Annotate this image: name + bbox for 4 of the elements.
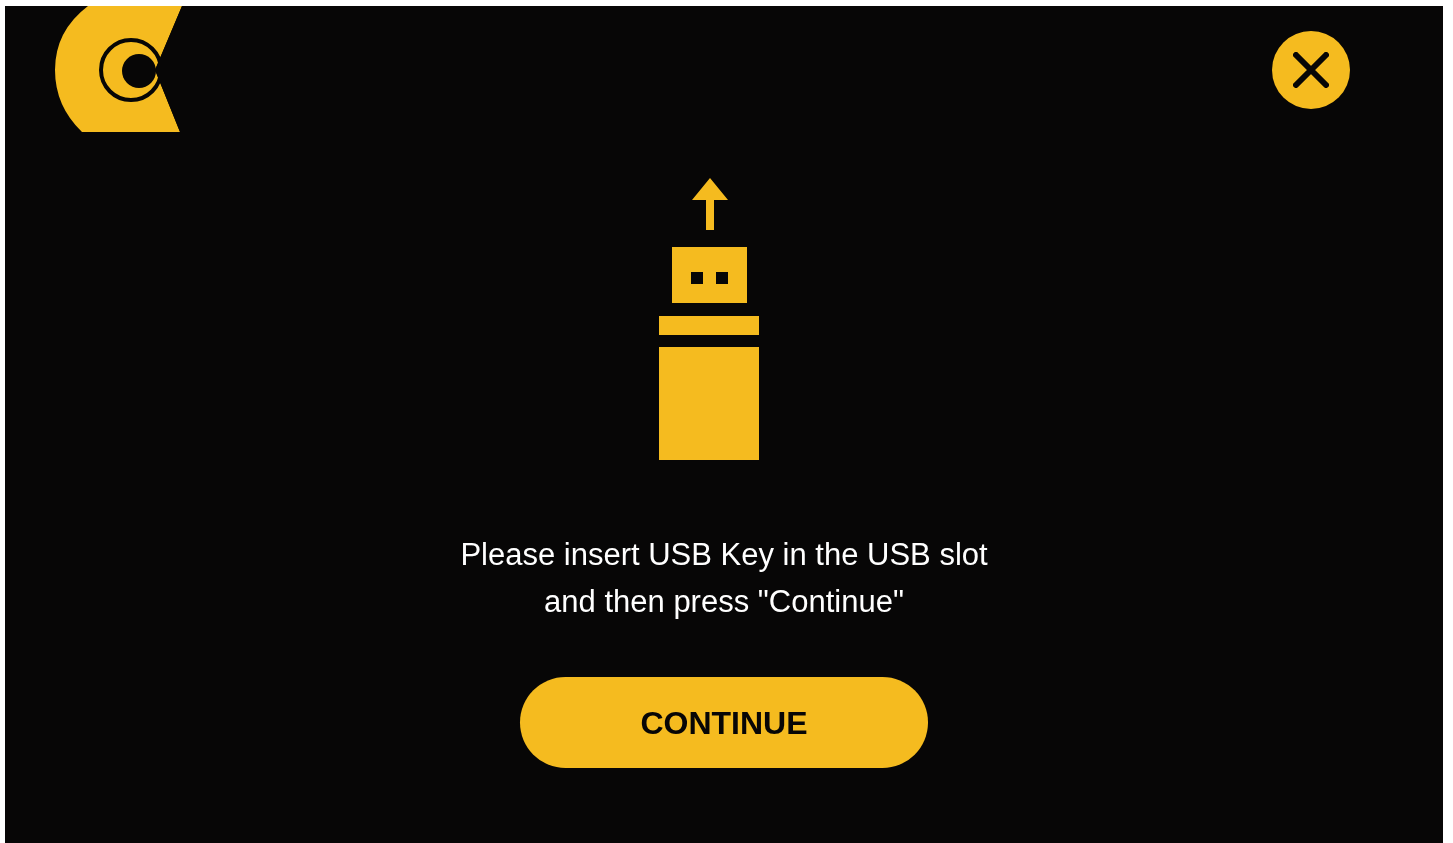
close-icon — [1293, 52, 1329, 88]
instruction-text: Please insert USB Key in the USB slot and then press "Continue" — [460, 536, 988, 621]
usb-drive-icon — [659, 178, 759, 461]
continue-button[interactable]: CONTINUE — [520, 677, 928, 768]
